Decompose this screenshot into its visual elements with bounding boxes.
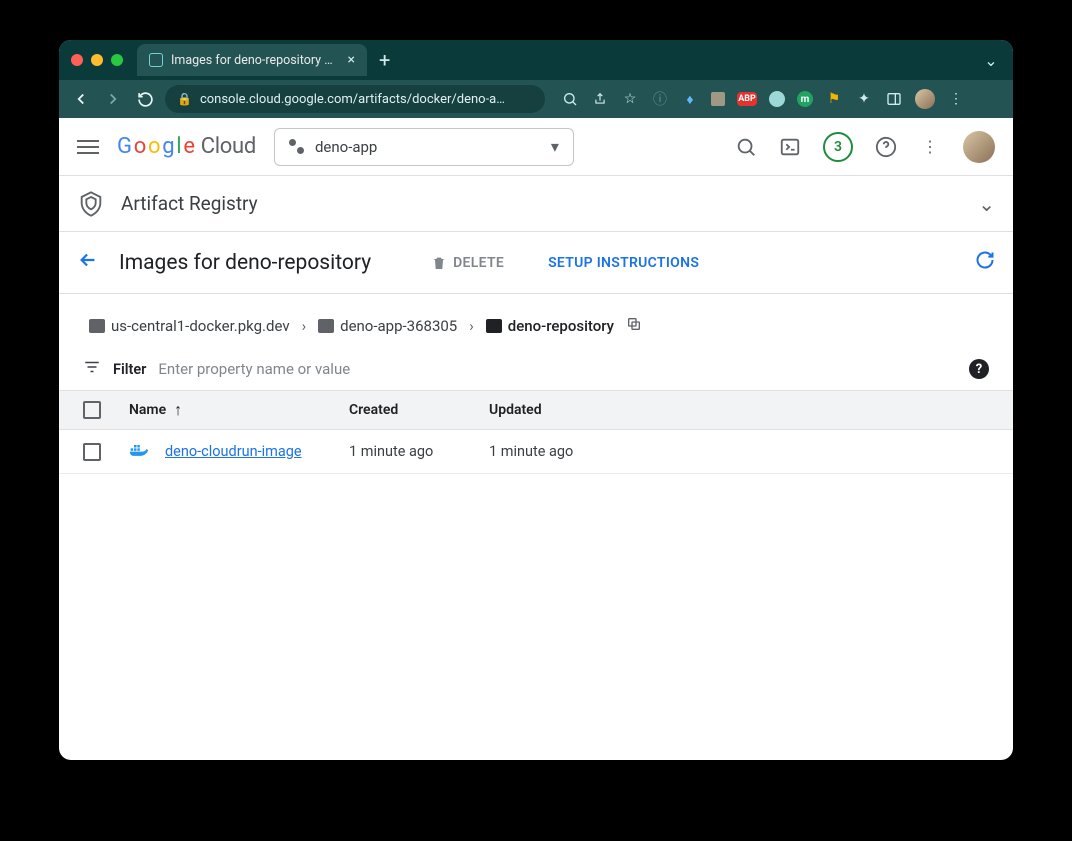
browser-window: Images for deno-repository – A × + ⌄ 🔒 c… xyxy=(59,40,1013,760)
folder-icon xyxy=(318,319,334,333)
new-tab-button[interactable]: + xyxy=(379,48,390,72)
project-icon xyxy=(289,139,305,155)
column-header-updated[interactable]: Updated xyxy=(489,402,629,418)
filter-input[interactable]: Enter property name or value xyxy=(158,360,350,378)
service-name: Artifact Registry xyxy=(121,192,258,215)
extension-circle-icon[interactable] xyxy=(769,91,785,107)
reload-button[interactable] xyxy=(133,87,157,111)
url-text: console.cloud.google.com/artifacts/docke… xyxy=(200,92,505,107)
maximize-window-button[interactable] xyxy=(111,54,123,66)
url-field[interactable]: 🔒 console.cloud.google.com/artifacts/doc… xyxy=(165,85,545,113)
copy-path-button[interactable] xyxy=(626,316,642,336)
trash-icon xyxy=(431,255,447,271)
minimize-window-button[interactable] xyxy=(91,54,103,66)
account-avatar[interactable] xyxy=(963,131,995,163)
cell-created: 1 minute ago xyxy=(349,443,489,460)
help-button[interactable] xyxy=(875,136,897,158)
filter-label: Filter xyxy=(113,361,146,378)
extensions-puzzle-icon[interactable]: ✦ xyxy=(855,90,873,108)
project-name: deno-app xyxy=(315,138,541,156)
breadcrumb-item[interactable]: deno-app-368305 xyxy=(318,317,457,335)
cell-updated: 1 minute ago xyxy=(489,443,629,460)
artifact-registry-icon xyxy=(77,190,105,218)
extension-square-icon[interactable] xyxy=(711,92,725,106)
folder-icon xyxy=(89,319,105,333)
project-picker[interactable]: deno-app ▾ xyxy=(274,128,574,166)
browser-profile-avatar[interactable] xyxy=(915,89,935,109)
table-header: Name ↑ Created Updated xyxy=(59,390,1013,430)
more-menu-button[interactable]: ⋮ xyxy=(919,136,941,158)
google-cloud-logo[interactable]: Google Cloud xyxy=(117,134,256,159)
breadcrumb-item-current: deno-repository xyxy=(486,317,614,335)
extension-flag-icon[interactable]: ⚑ xyxy=(825,90,843,108)
service-header: Artifact Registry ⌄ xyxy=(59,176,1013,232)
extension-m-icon[interactable]: m xyxy=(797,91,813,107)
sort-ascending-icon: ↑ xyxy=(174,400,182,420)
extension-abp-icon[interactable]: ABP xyxy=(737,92,757,106)
breadcrumb: us-central1-docker.pkg.dev › deno-app-36… xyxy=(59,294,1013,358)
cloud-shell-button[interactable] xyxy=(779,136,801,158)
delete-label: DELETE xyxy=(453,255,504,271)
refresh-button[interactable] xyxy=(975,250,995,275)
docker-icon xyxy=(129,442,149,462)
status-count: 3 xyxy=(834,139,842,155)
gcp-header: Google Cloud deno-app ▾ 3 ⋮ xyxy=(59,118,1013,176)
select-all-checkbox[interactable] xyxy=(83,401,101,419)
tab-favicon xyxy=(149,53,163,67)
zoom-icon[interactable] xyxy=(561,90,579,108)
expand-service-button[interactable]: ⌄ xyxy=(978,192,995,216)
chevron-right-icon: › xyxy=(302,317,307,335)
filter-help-button[interactable]: ? xyxy=(969,359,989,379)
titlebar: Images for deno-repository – A × + ⌄ xyxy=(59,40,1013,80)
breadcrumb-label: deno-repository xyxy=(508,317,614,335)
breadcrumb-label: us-central1-docker.pkg.dev xyxy=(111,317,290,335)
page-title: Images for deno-repository xyxy=(119,251,371,275)
setup-instructions-button[interactable]: SETUP INSTRUCTIONS xyxy=(548,255,699,271)
side-panel-icon[interactable] xyxy=(885,90,903,108)
nav-menu-button[interactable] xyxy=(77,136,99,158)
folder-icon xyxy=(486,319,502,333)
close-tab-button[interactable]: × xyxy=(348,52,355,68)
row-checkbox[interactable] xyxy=(83,443,101,461)
search-button[interactable] xyxy=(735,136,757,158)
tab-title: Images for deno-repository – A xyxy=(171,53,340,68)
breadcrumb-item[interactable]: us-central1-docker.pkg.dev xyxy=(89,317,290,335)
chevron-down-icon: ▾ xyxy=(551,137,559,156)
forward-button[interactable] xyxy=(101,87,125,111)
filter-bar: Filter Enter property name or value ? xyxy=(59,358,1013,390)
breadcrumb-label: deno-app-368305 xyxy=(340,317,457,335)
share-icon[interactable] xyxy=(591,90,609,108)
extension-gem-icon[interactable]: ♦ xyxy=(681,90,699,108)
delete-button[interactable]: DELETE xyxy=(431,255,504,271)
column-header-created[interactable]: Created xyxy=(349,402,489,418)
page-header: Images for deno-repository DELETE SETUP … xyxy=(59,232,1013,294)
logo-cloud-text: Cloud xyxy=(201,134,256,159)
chevron-right-icon: › xyxy=(469,317,474,335)
tabs-overflow-button[interactable]: ⌄ xyxy=(981,51,1001,70)
image-name-link[interactable]: deno-cloudrun-image xyxy=(165,443,302,460)
back-button[interactable] xyxy=(69,87,93,111)
lock-icon: 🔒 xyxy=(177,92,192,106)
window-controls xyxy=(71,54,123,66)
close-window-button[interactable] xyxy=(71,54,83,66)
filter-icon xyxy=(83,358,101,380)
bookmark-star-icon[interactable]: ☆ xyxy=(621,90,639,108)
browser-menu-button[interactable]: ⋮ xyxy=(947,90,965,108)
status-indicator[interactable]: 3 xyxy=(823,132,853,162)
page-back-button[interactable] xyxy=(77,249,99,277)
address-bar: 🔒 console.cloud.google.com/artifacts/doc… xyxy=(59,80,1013,118)
column-header-name[interactable]: Name ↑ xyxy=(129,400,349,420)
browser-tab[interactable]: Images for deno-repository – A × xyxy=(137,44,367,76)
table-row: deno-cloudrun-image 1 minute ago 1 minut… xyxy=(59,430,1013,474)
extension-info-icon[interactable]: ⓘ xyxy=(651,90,669,108)
toolbar-icons: ☆ ⓘ ♦ ABP m ⚑ ✦ ⋮ xyxy=(561,89,965,109)
